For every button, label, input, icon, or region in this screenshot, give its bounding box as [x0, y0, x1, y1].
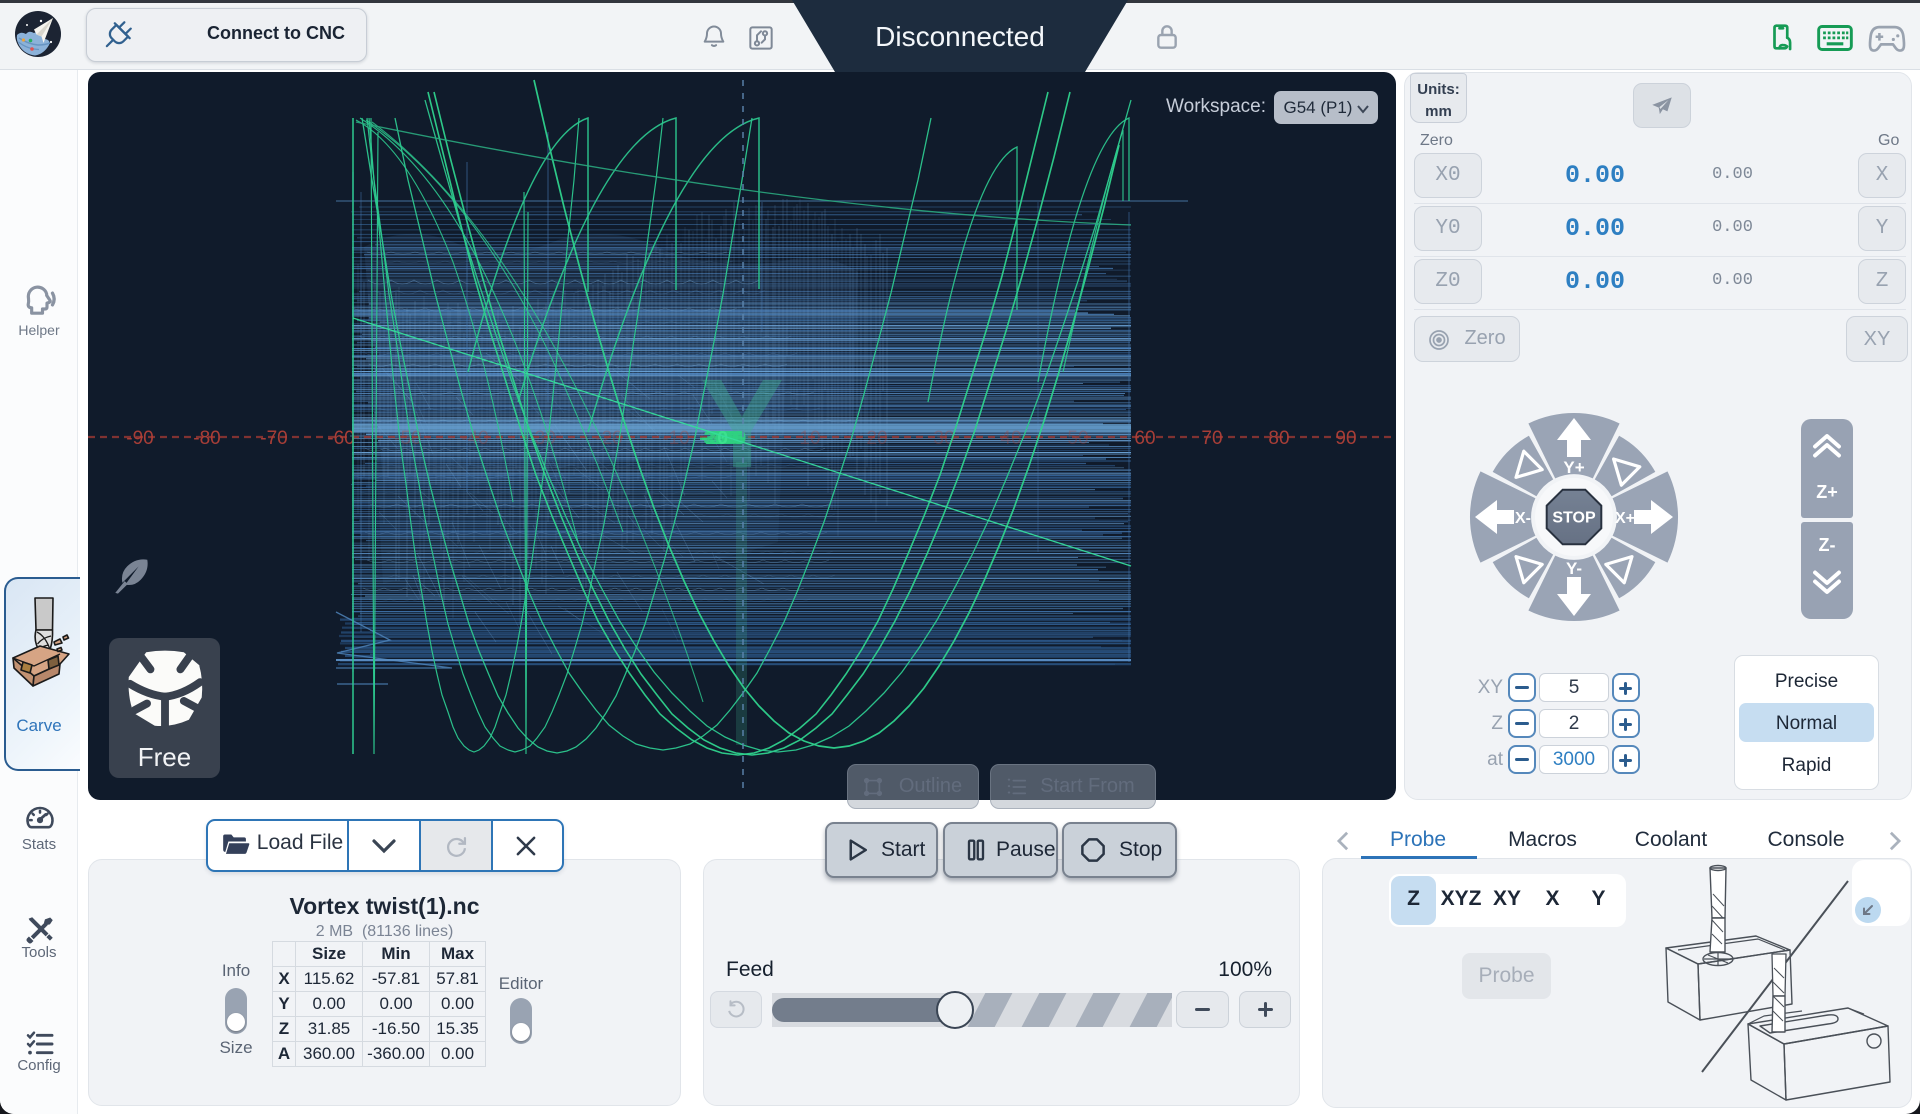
svg-text:80: 80 — [1268, 428, 1289, 449]
svg-text:-70: -70 — [260, 428, 287, 449]
svg-text:20: 20 — [866, 428, 887, 449]
svg-text:-80: -80 — [193, 428, 220, 449]
svg-text:70: 70 — [1201, 428, 1222, 449]
svg-text:10: 10 — [799, 428, 820, 449]
svg-text:40: 40 — [1000, 428, 1021, 449]
svg-text:Y-: Y- — [1566, 559, 1582, 578]
svg-text:Disconnected: Disconnected — [875, 21, 1045, 52]
svg-text:STOP: STOP — [1552, 510, 1596, 527]
svg-text:-10: -10 — [662, 428, 689, 449]
svg-text:X+: X+ — [1615, 510, 1635, 527]
svg-text:0: 0 — [717, 428, 728, 450]
svg-text:X-: X- — [1515, 510, 1531, 527]
svg-text:Y+: Y+ — [1563, 458, 1584, 477]
svg-text:-90: -90 — [126, 428, 153, 449]
svg-text:60: 60 — [1134, 428, 1155, 449]
svg-text:50: 50 — [1067, 428, 1088, 449]
svg-text:90: 90 — [1335, 428, 1356, 449]
svg-text:-60: -60 — [327, 428, 354, 449]
